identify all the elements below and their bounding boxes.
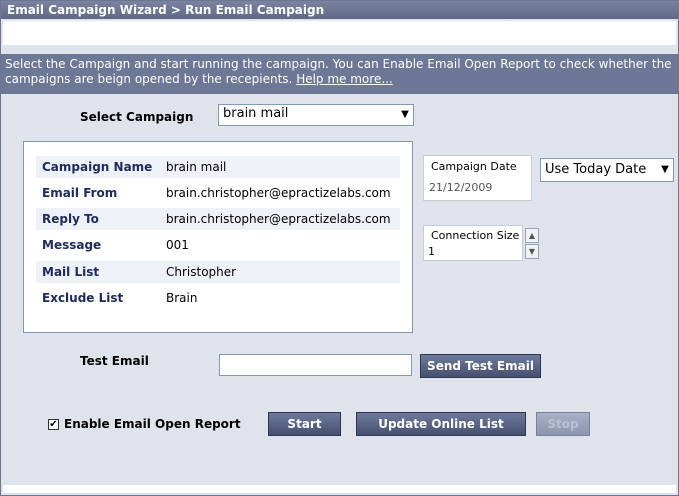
detail-key: Mail List	[42, 265, 100, 279]
detail-value: brain.christopher@epractizelabs.com	[166, 186, 391, 200]
info-banner: Select the Campaign and start running th…	[1, 54, 678, 94]
date-option-select[interactable]: Use Today Date ▼	[540, 158, 674, 182]
footer-strip	[3, 485, 676, 493]
start-button[interactable]: Start	[268, 412, 341, 436]
connection-size-label: Connection Size	[431, 229, 520, 242]
select-campaign-label: Select Campaign	[80, 110, 194, 124]
detail-key: Campaign Name	[42, 160, 153, 174]
chevron-down-icon[interactable]: ▼	[398, 106, 412, 124]
detail-value: brain.christopher@epractizelabs.com	[166, 212, 391, 226]
test-email-label: Test Email	[80, 354, 149, 368]
help-link[interactable]: Help me more...	[296, 72, 393, 86]
test-email-input[interactable]	[219, 354, 412, 376]
connection-size-value[interactable]: 1	[428, 245, 435, 258]
detail-value: brain mail	[166, 160, 227, 174]
connection-size-box: Connection Size 1	[423, 225, 523, 261]
detail-key: Message	[42, 238, 102, 252]
campaign-select-value: brain mail	[223, 106, 289, 121]
window-title: Email Campaign Wizard > Run Email Campai…	[1, 1, 678, 19]
detail-key: Email From	[42, 186, 118, 200]
spin-down-icon[interactable]: ▼	[525, 244, 539, 259]
enable-report-checkbox[interactable]: ✔	[48, 419, 59, 430]
campaign-date-box: Campaign Date 21/12/2009	[423, 155, 532, 201]
spin-up-icon[interactable]: ▲	[525, 228, 539, 243]
detail-row-email-from: Email From brain.christopher@epractizela…	[36, 182, 400, 204]
campaign-date-value: 21/12/2009	[429, 181, 493, 194]
detail-value: 001	[166, 238, 189, 252]
campaign-details-panel: Campaign Name brain mail Email From brai…	[23, 141, 413, 333]
detail-row-campaign-name: Campaign Name brain mail	[36, 156, 400, 178]
wizard-window: Email Campaign Wizard > Run Email Campai…	[0, 0, 679, 496]
detail-value: Brain	[166, 291, 198, 305]
detail-key: Exclude List	[42, 291, 124, 305]
detail-value: Christopher	[166, 265, 237, 279]
send-test-email-button[interactable]: Send Test Email	[420, 354, 541, 378]
toolbar-strip	[3, 21, 676, 45]
enable-report-label: Enable Email Open Report	[64, 417, 241, 431]
detail-row-exclude-list: Exclude List Brain	[36, 287, 400, 309]
detail-row-message: Message 001	[36, 234, 400, 256]
detail-key: Reply To	[42, 212, 99, 226]
update-online-list-button[interactable]: Update Online List	[356, 412, 526, 436]
date-option-value: Use Today Date	[545, 162, 647, 177]
detail-row-reply-to: Reply To brain.christopher@epractizelabs…	[36, 208, 400, 230]
campaign-date-label: Campaign Date	[431, 160, 517, 173]
chevron-down-icon[interactable]: ▼	[658, 160, 672, 180]
stop-button[interactable]: Stop	[536, 412, 590, 436]
campaign-select[interactable]: brain mail ▼	[218, 104, 414, 126]
detail-row-mail-list: Mail List Christopher	[36, 261, 400, 283]
